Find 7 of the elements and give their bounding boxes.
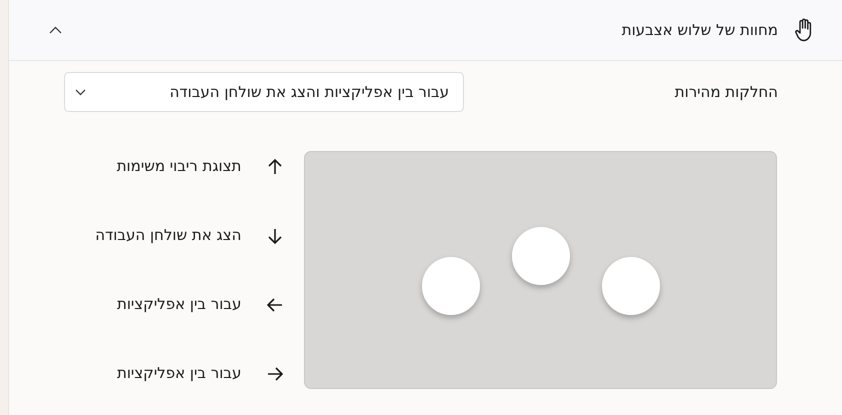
setting-label: החלקות מהירות	[674, 82, 778, 103]
gesture-label: עבור בין אפליקציות	[116, 363, 242, 384]
gesture-label: עבור בין אפליקציות	[116, 294, 242, 316]
swipes-dropdown[interactable]: עבור בין אפליקציות והצג את שולחן העבודה	[64, 72, 464, 112]
section-title: מחוות של שלוש אצבעות	[622, 20, 778, 41]
gesture-label: תצוגת ריבוי משימות	[116, 156, 242, 178]
gesture-label: הצג את שולחן העבודה	[95, 225, 242, 246]
